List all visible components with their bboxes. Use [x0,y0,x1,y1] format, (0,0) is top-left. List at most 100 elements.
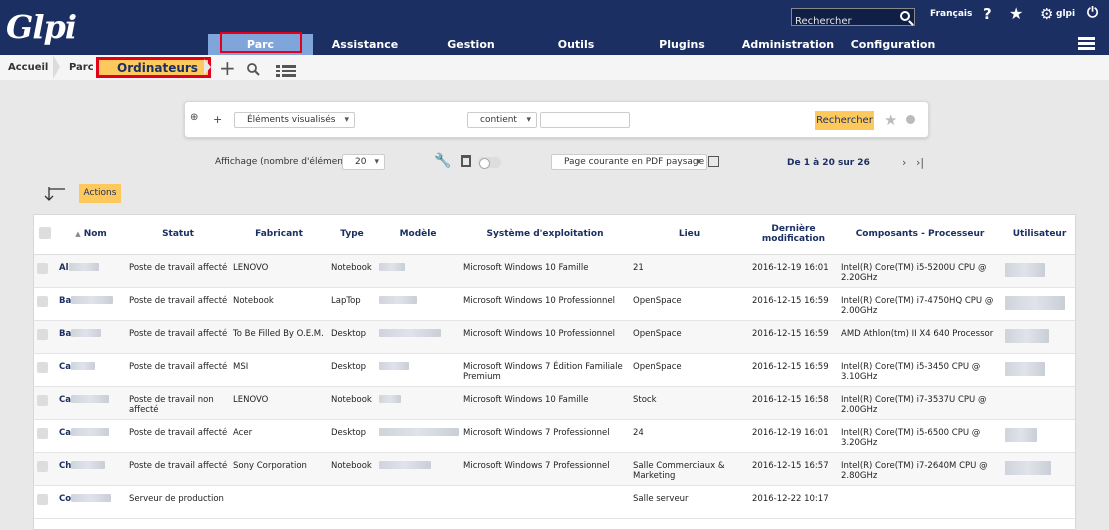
search-icon[interactable] [900,11,910,21]
menu-item-configuration[interactable]: Configuration [850,34,936,55]
field-select[interactable]: Éléments visualisés [234,112,355,128]
add-criterion-icon[interactable]: ⊕ [190,112,198,123]
menu-item-plugins[interactable]: Plugins [652,34,712,55]
computer-name-link[interactable]: Ca [59,428,71,438]
user-link[interactable]: glpi [1056,9,1075,19]
column-header-name[interactable]: ▲ Nom [56,215,126,255]
table-row[interactable]: Ca Poste de travail affecté Acer Desktop Mic… [34,419,1075,453]
computers-table: ▲ Nom Statut Fabricant Type Modèle Systè… [33,214,1076,530]
cell-modified: 2016-12-22 10:17 [749,485,838,519]
column-header-modified[interactable]: Dernière modification [749,215,838,255]
add-criterion-button[interactable]: + [213,113,222,126]
last-page-icon[interactable]: ›| [916,156,924,169]
table-row[interactable]: Ba Poste de travail affecté Notebook LapTop… [34,287,1075,321]
table-row[interactable]: Al Poste de travail affecté LENOVO Notebook… [34,254,1075,288]
search-button[interactable]: Rechercher [815,111,874,130]
operator-select[interactable]: contient [467,112,537,128]
cell-modified: 2016-12-15 16:59 [749,353,838,387]
export-select[interactable]: Page courante en PDF paysage [551,154,707,170]
computer-name-link[interactable]: Ch [59,461,71,471]
search-list-icon[interactable] [247,61,260,76]
power-icon[interactable]: ⏻ [1087,5,1098,21]
menu-item-outils[interactable]: Outils [548,34,604,55]
row-checkbox[interactable] [37,295,48,307]
breadcrumb-home[interactable]: Accueil [8,62,48,73]
column-header-status[interactable]: Statut [126,215,230,255]
sort-asc-icon[interactable]: ▲ [75,230,80,238]
column-header-location[interactable]: Lieu [630,215,749,255]
column-header-manufacturer[interactable]: Fabricant [230,215,328,255]
star-icon[interactable]: ★ [1009,4,1023,23]
computer-name-link[interactable]: Ba [59,329,71,339]
cell-location: OpenSpace [630,320,749,354]
menu-item-gestion[interactable]: Gestion [436,34,506,55]
table-row[interactable]: Ch Poste de travail affecté Sony Corporati… [34,452,1075,486]
cell-location: OpenSpace [630,287,749,321]
export-save-icon[interactable] [708,156,719,167]
cell-os: Microsoft Windows 7 Professionnel [460,419,630,453]
row-checkbox[interactable] [37,427,48,439]
reset-search-icon[interactable] [906,115,915,124]
top-header: Glpi Français ? ★ ⚙ glpi ⏻ Parc Assistan… [0,0,1109,55]
row-checkbox[interactable] [37,394,48,406]
add-icon[interactable]: + [219,56,236,80]
deleted-toggle[interactable] [478,157,501,169]
column-header-user[interactable]: Utilisateur [1002,215,1075,255]
cell-type: Desktop [328,320,376,354]
breadcrumb-parc[interactable]: Parc [69,62,94,73]
next-page-icon[interactable]: › [902,156,906,169]
cell-user [1002,386,1075,420]
list-view-icon[interactable] [276,62,296,81]
redacted-text [71,461,106,469]
cell-processor: Intel(R) Core(TM) i7-4750HQ CPU @ 2.00GH… [838,287,1002,321]
table-row[interactable]: Ca Poste de travail affecté MSI Desktop Micr… [34,353,1075,387]
column-header-model[interactable]: Modèle [376,215,460,255]
row-checkbox[interactable] [37,262,48,274]
computer-name-link[interactable]: Co [59,494,71,504]
actions-button[interactable]: Actions [79,184,121,203]
column-header-type[interactable]: Type [328,215,376,255]
cell-location: Salle serveur [630,485,749,519]
computer-name-link[interactable]: Ba [59,296,71,306]
cell-model [376,254,460,288]
row-checkbox[interactable] [37,460,48,472]
row-checkbox[interactable] [37,328,48,340]
cell-type: Notebook [328,254,376,288]
computer-name-link[interactable]: Al [59,263,69,273]
menu-item-parc[interactable]: Parc [208,32,313,55]
redacted-text [71,296,114,304]
cell-manufacturer: Notebook [230,287,328,321]
menu-item-assistance[interactable]: Assistance [325,34,405,55]
row-checkbox[interactable] [37,361,48,373]
column-header-processor[interactable]: Composants - Processeur [838,215,1002,255]
menu-item-administration[interactable]: Administration [740,34,836,55]
trash-icon[interactable] [461,155,471,167]
column-label: Nom [83,229,107,240]
cell-processor: Intel(R) Core(TM) i7-2640M CPU @ 2.80GHz [838,452,1002,486]
row-checkbox[interactable] [37,493,48,505]
column-header-os[interactable]: Système d'exploitation [460,215,630,255]
cell-modified: 2016-12-19 16:01 [749,254,838,288]
menu-toggle-icon[interactable] [1078,37,1095,51]
breadcrumb-current[interactable]: Ordinateurs [96,57,211,78]
select-all-checkbox[interactable] [39,226,51,239]
table-row[interactable]: Ba Poste de travail affecté To Be Filled B… [34,320,1075,354]
wrench-icon[interactable]: 🔧 [434,153,451,169]
gear-icon[interactable]: ⚙ [1040,5,1053,23]
cell-status: Poste de travail affecté [126,419,230,453]
search-criteria-panel: ⊕ + Éléments visualisés contient Recherc… [184,101,929,138]
language-link[interactable]: Français [930,9,972,19]
computer-name-link[interactable]: Ca [59,362,71,372]
computer-name-link[interactable]: Ca [59,395,71,405]
per-page-select[interactable]: 20 [342,154,385,170]
save-search-star-icon[interactable]: ★ [884,111,897,129]
redacted-text [379,362,409,370]
global-search-input[interactable] [792,13,896,30]
table-row[interactable]: Ca Poste de travail non affecté LENOVO Note… [34,386,1075,420]
redacted-text [1005,328,1049,343]
criteria-value-input[interactable] [540,112,630,128]
cell-status: Poste de travail affecté [126,320,230,354]
table-row[interactable]: Co Serveur de production Salle serveur 2016… [34,485,1075,519]
help-icon[interactable]: ? [983,5,992,23]
cell-type: LapTop [328,287,376,321]
